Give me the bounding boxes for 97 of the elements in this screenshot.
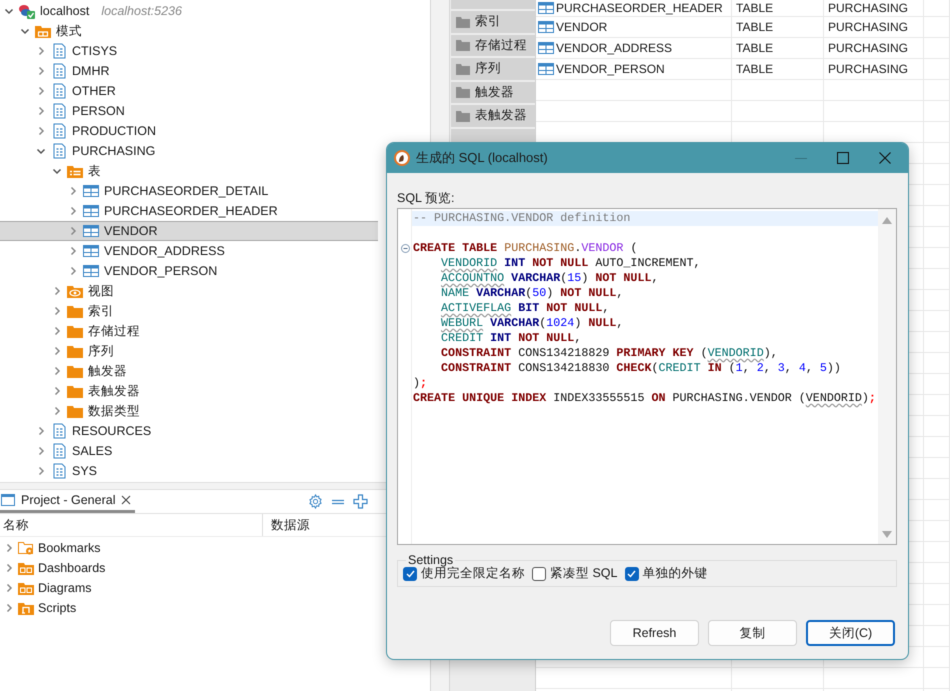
tree-row[interactable]: PURCHASEORDER_DETAIL — [0, 181, 378, 201]
tree-label: DMHR — [72, 64, 110, 78]
tree-row[interactable]: RESOURCES — [0, 421, 378, 441]
tree-label: VENDOR_ADDRESS — [104, 244, 225, 258]
tree-row[interactable]: PURCHASING — [0, 141, 378, 161]
tree-label: SYS — [72, 464, 98, 478]
tree-label: Bookmarks — [38, 541, 101, 555]
tree-row[interactable]: Diagrams — [0, 578, 96, 598]
code-line: CREATE TABLE PURCHASING.VENDOR ( — [412, 241, 638, 256]
dialog-button[interactable]: 关闭(C) — [806, 620, 895, 646]
side-tab[interactable]: 存储过程 — [451, 34, 535, 56]
table-cell: TABLE — [736, 20, 774, 34]
tree-label: PRODUCTION — [72, 124, 156, 138]
tree-row[interactable]: 数据类型 — [0, 401, 378, 421]
code-line: ); — [412, 376, 428, 391]
tree-label: localhost — [40, 4, 90, 18]
tree-label: PERSON — [72, 104, 125, 118]
tree-row[interactable]: 视图 — [0, 281, 378, 301]
tree-row[interactable]: PERSON — [0, 101, 378, 121]
code-line: CONSTRAINT CONS134218830 CHECK(CREDIT IN (1, 2, 3, 4, 5)) — [440, 361, 842, 376]
code-line: NAME VARCHAR(50) NOT NULL, — [440, 286, 624, 301]
column-header: 数据源 — [270, 518, 310, 532]
project-tab[interactable]: Project - General — [0, 490, 136, 513]
code-line: CREDIT INT NOT NULL, — [440, 331, 582, 346]
tree-label: SALES — [72, 444, 112, 458]
table-cell: PURCHASING — [828, 41, 908, 55]
tree-label: 模式 — [56, 22, 82, 40]
group-label: Settings — [407, 553, 454, 567]
column-header: 名称 — [2, 516, 29, 534]
tree-row[interactable]: 触发器 — [0, 361, 378, 381]
tree-row[interactable]: 序列 — [0, 341, 378, 361]
preview-label: SQL 预览: — [397, 190, 456, 206]
side-tab[interactable]: 序列 — [451, 58, 535, 80]
code-line: VENDORID INT NOT NULL AUTO_INCREMENT, — [440, 256, 702, 271]
tree-row[interactable]: DMHR — [0, 61, 378, 81]
code-line: CONSTRAINT CONS134218829 PRIMARY KEY (VENDORID), — [440, 346, 779, 361]
tree-row[interactable]: 表 — [0, 161, 378, 181]
table-cell: PURCHASING — [828, 20, 908, 34]
dialog-button[interactable]: 复制 — [708, 620, 797, 646]
tree-label: OTHER — [72, 84, 116, 98]
window-title: 生成的 SQL (localhost) — [416, 149, 548, 167]
checkbox-label: 紧凑型 SQL — [550, 565, 618, 582]
tree-label: 存储过程 — [88, 322, 140, 340]
tree-label: Diagrams — [38, 581, 92, 595]
code-line: WEBURL VARCHAR(1024) NULL, — [440, 316, 624, 331]
tree-row[interactable]: 模式 — [0, 21, 378, 41]
table-cell: TABLE — [736, 62, 774, 76]
side-tab[interactable]: 触发器 — [451, 82, 535, 103]
code-line: ACCOUNTNO VARCHAR(15) NOT NULL, — [440, 271, 660, 286]
tree-row[interactable]: Scripts — [0, 598, 80, 618]
tree-row[interactable]: SALES — [0, 441, 378, 461]
tree-row[interactable]: 索引 — [0, 301, 378, 321]
tree-label: 表 — [88, 162, 101, 180]
tree-label: 索引 — [88, 302, 114, 320]
tree-row[interactable]: PRODUCTION — [0, 121, 378, 141]
tree-label: 表触发器 — [88, 382, 140, 400]
tree-label: 数据类型 — [88, 402, 140, 420]
tree-row[interactable]: Dashboards — [0, 558, 110, 578]
tree-row[interactable]: SYS — [0, 461, 378, 481]
table-cell: TABLE — [736, 41, 774, 55]
tree-label: Dashboards — [38, 561, 106, 575]
tree-label: 视图 — [88, 282, 114, 300]
tree-label: PURCHASING — [72, 144, 156, 158]
checkbox-label: 使用完全限定名称 — [421, 566, 525, 582]
tree-row[interactable]: VENDOR_ADDRESS — [0, 241, 378, 261]
table-cell: PURCHASEORDER_HEADER — [556, 1, 723, 15]
table-cell: VENDOR — [556, 20, 608, 34]
table-cell: PURCHASING — [828, 1, 908, 15]
tree-row[interactable]: PURCHASEORDER_HEADER — [0, 201, 378, 221]
table-cell: PURCHASING — [828, 62, 908, 76]
side-tab[interactable]: 索引 — [451, 11, 535, 32]
tree-label: 序列 — [88, 342, 114, 360]
code-line: CREATE UNIQUE INDEX INDEX33555515 ON PURCHASING.VENDOR (VENDORID); — [412, 391, 877, 406]
tree-row[interactable]: localhost localhost:5236 — [0, 1, 378, 21]
tree-row[interactable]: VENDOR_PERSON — [0, 261, 378, 281]
tree-row[interactable]: 存储过程 — [0, 321, 378, 341]
code-line: ACTIVEFLAG BIT NOT NULL, — [440, 301, 610, 316]
side-tab[interactable]: 表触发器 — [451, 105, 535, 126]
host-address: localhost:5236 — [101, 4, 182, 18]
tree-label: VENDOR_PERSON — [104, 264, 218, 278]
dialog-button[interactable]: Refresh — [610, 620, 699, 646]
checkbox-label: 单独的外键 — [642, 565, 708, 582]
tree-row[interactable]: CTISYS — [0, 41, 378, 61]
tree-label: PURCHASEORDER_HEADER — [104, 204, 278, 218]
table-cell: VENDOR_ADDRESS — [556, 41, 672, 55]
tree-row[interactable]: Bookmarks — [0, 538, 105, 558]
tree-label: VENDOR — [104, 224, 158, 238]
tree-label: Scripts — [38, 601, 76, 615]
tree-row[interactable]: OTHER — [0, 81, 378, 101]
tree-label: PURCHASEORDER_DETAIL — [104, 184, 268, 198]
table-cell: TABLE — [736, 1, 774, 15]
tree-row[interactable]: 表触发器 — [0, 381, 378, 401]
table-cell: VENDOR_PERSON — [556, 62, 665, 76]
tree-label: RESOURCES — [72, 424, 152, 438]
tree-label: 触发器 — [88, 362, 127, 380]
tree-row[interactable]: VENDOR — [0, 221, 378, 241]
tree-label: CTISYS — [72, 44, 118, 58]
